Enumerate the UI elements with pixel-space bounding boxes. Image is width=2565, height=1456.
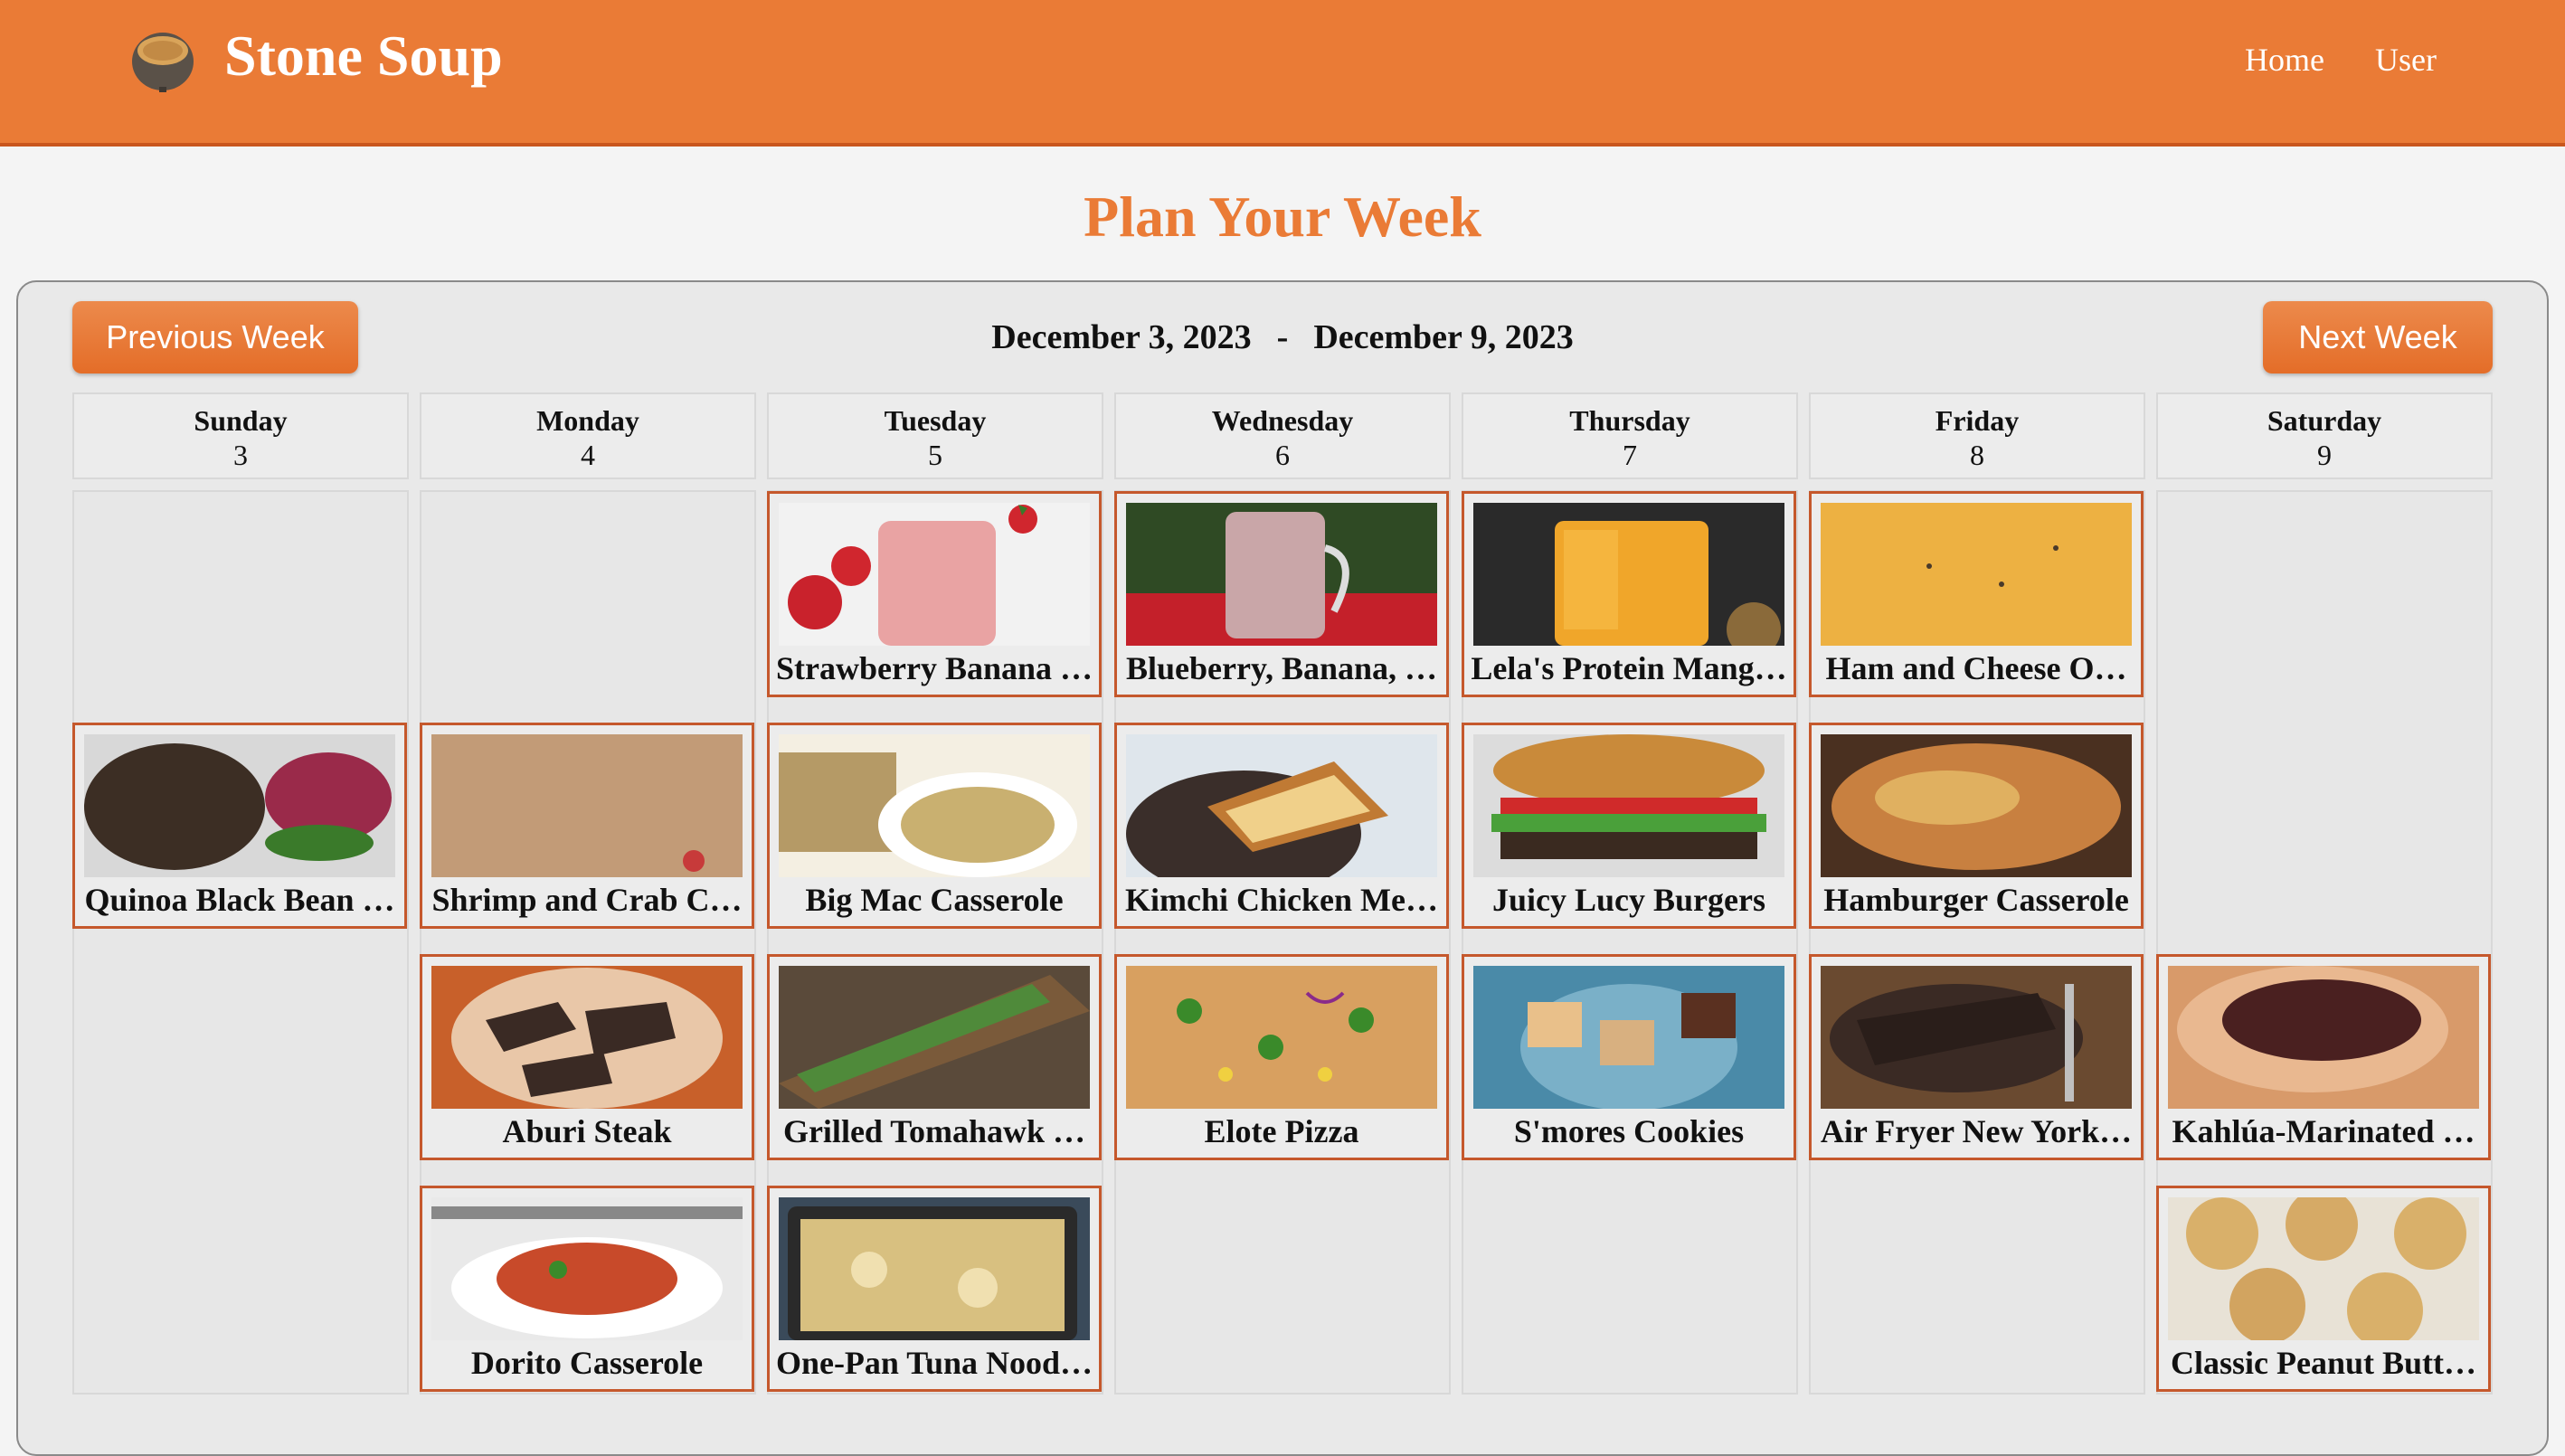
nav-home-link[interactable]: Home (2245, 36, 2324, 83)
recipe-thumbnail-image (1473, 503, 1784, 646)
recipe-card[interactable]: Air Fryer New York… (1809, 954, 2144, 1160)
brand-title[interactable]: Stone Soup (224, 20, 503, 92)
day-name: Wednesday (1211, 404, 1354, 437)
recipe-title: Hamburger Casserole (1823, 882, 2129, 918)
day-header-saturday: Saturday 9 (2156, 392, 2493, 479)
recipe-title: Elote Pizza (1204, 1113, 1359, 1149)
day-header-sunday: Sunday 3 (72, 392, 409, 479)
day-column-sunday[interactable] (72, 490, 409, 1395)
recipe-thumbnail-image (431, 966, 743, 1109)
recipe-title: S'mores Cookies (1513, 1113, 1745, 1149)
recipe-thumbnail-image (779, 966, 1090, 1109)
recipe-card[interactable]: Aburi Steak (420, 954, 754, 1160)
recipe-title: Aburi Steak (502, 1113, 672, 1149)
day-number: 5 (928, 439, 942, 471)
day-name: Sunday (194, 404, 288, 437)
week-start-date: December 3, 2023 (991, 318, 1252, 356)
recipe-thumbnail-image (1821, 966, 2132, 1109)
recipe-title: Ham and Cheese O… (1825, 650, 2127, 686)
soup-pot-logo-icon[interactable] (128, 25, 197, 94)
top-navbar: Stone Soup Home User (0, 0, 2565, 147)
recipe-title: Juicy Lucy Burgers (1492, 882, 1765, 918)
day-number: 4 (581, 439, 595, 471)
recipe-card[interactable]: Hamburger Casserole (1809, 723, 2144, 929)
day-header-friday: Friday 8 (1809, 392, 2145, 479)
day-number: 7 (1623, 439, 1637, 471)
week-date-range: December 3, 2023- December 9, 2023 (0, 312, 2565, 363)
recipe-card[interactable]: S'mores Cookies (1462, 954, 1796, 1160)
day-name: Tuesday (884, 404, 987, 437)
recipe-card[interactable]: Shrimp and Crab C… (420, 723, 754, 929)
day-header-wednesday: Wednesday 6 (1114, 392, 1451, 479)
recipe-card[interactable]: Classic Peanut Butt… (2156, 1186, 2491, 1392)
recipe-card[interactable]: Blueberry, Banana, … (1114, 491, 1449, 697)
recipe-card[interactable]: Elote Pizza (1114, 954, 1449, 1160)
recipe-card[interactable]: Kimchi Chicken Me… (1114, 723, 1449, 929)
day-header-monday: Monday 4 (420, 392, 756, 479)
recipe-card[interactable]: Ham and Cheese O… (1809, 491, 2144, 697)
recipe-thumbnail-image (1821, 734, 2132, 877)
recipe-thumbnail-image (431, 734, 743, 877)
recipe-thumbnail-image (779, 1197, 1090, 1340)
date-range-separator: - (1276, 318, 1289, 356)
day-header-thursday: Thursday 7 (1462, 392, 1798, 479)
page-title: Plan Your Week (1084, 184, 1481, 249)
recipe-title: Kahlúa-Marinated … (2172, 1113, 2475, 1149)
recipe-thumbnail-image (84, 734, 395, 877)
recipe-title: Grilled Tomahawk … (782, 1113, 1086, 1149)
recipe-title: Classic Peanut Butt… (2170, 1345, 2476, 1381)
recipe-thumbnail-image (2168, 966, 2479, 1109)
recipe-card[interactable]: Big Mac Casserole (767, 723, 1102, 929)
recipe-thumbnail-image (1126, 503, 1437, 646)
recipe-thumbnail-image (1473, 734, 1784, 877)
day-number: 9 (2317, 439, 2332, 471)
recipe-thumbnail-image (1126, 966, 1437, 1109)
day-name: Monday (536, 404, 639, 437)
recipe-title: Blueberry, Banana, … (1125, 650, 1438, 686)
day-number: 6 (1275, 439, 1290, 471)
day-number: 3 (233, 439, 248, 471)
recipe-card[interactable]: Quinoa Black Bean … (72, 723, 407, 929)
day-number: 8 (1970, 439, 1984, 471)
recipe-title: Kimchi Chicken Me… (1125, 882, 1438, 918)
day-name: Saturday (2267, 404, 2382, 437)
recipe-card[interactable]: One-Pan Tuna Nood… (767, 1186, 1102, 1392)
recipe-thumbnail-image (779, 503, 1090, 646)
recipe-card[interactable]: Kahlúa-Marinated … (2156, 954, 2491, 1160)
recipe-card[interactable]: Grilled Tomahawk … (767, 954, 1102, 1160)
recipe-title: Strawberry Banana … (776, 650, 1093, 686)
day-name: Friday (1935, 404, 2020, 437)
recipe-title: Big Mac Casserole (805, 882, 1064, 918)
recipe-title: One-Pan Tuna Nood… (775, 1345, 1093, 1381)
recipe-thumbnail-image (1821, 503, 2132, 646)
day-name: Thursday (1569, 404, 1690, 437)
week-end-date: December 9, 2023 (1313, 318, 1574, 356)
recipe-card[interactable]: Lela's Protein Mang… (1462, 491, 1796, 697)
recipe-card[interactable]: Strawberry Banana … (767, 491, 1102, 697)
recipe-thumbnail-image (779, 734, 1090, 877)
recipe-thumbnail-image (2168, 1197, 2479, 1340)
recipe-title: Dorito Casserole (470, 1345, 704, 1381)
recipe-card[interactable]: Juicy Lucy Burgers (1462, 723, 1796, 929)
day-header-tuesday: Tuesday 5 (767, 392, 1103, 479)
recipe-card[interactable]: Dorito Casserole (420, 1186, 754, 1392)
recipe-thumbnail-image (1126, 734, 1437, 877)
recipe-title: Shrimp and Crab C… (431, 882, 743, 918)
recipe-thumbnail-image (431, 1197, 743, 1340)
recipe-title: Lela's Protein Mang… (1471, 650, 1787, 686)
nav-user-link[interactable]: User (2375, 36, 2437, 83)
recipe-thumbnail-image (1473, 966, 1784, 1109)
recipe-title: Air Fryer New York… (1820, 1113, 2133, 1149)
recipe-title: Quinoa Black Bean … (84, 882, 395, 918)
